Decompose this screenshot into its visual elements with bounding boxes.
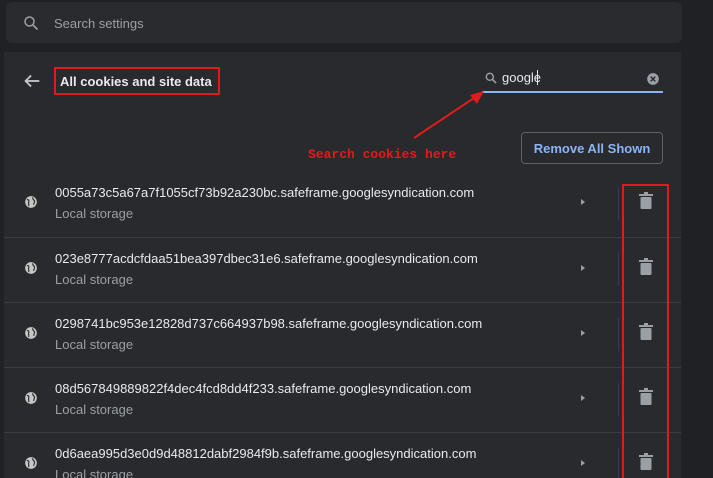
- divider: [618, 253, 619, 286]
- globe-icon: [25, 392, 37, 404]
- list-item[interactable]: 0d6aea995d3e0d9d48812dabf2984f9b.safefra…: [4, 432, 681, 478]
- trash-icon[interactable]: [639, 192, 653, 209]
- search-icon: [24, 16, 38, 30]
- chevron-right-icon[interactable]: [578, 458, 588, 468]
- divider: [618, 187, 619, 220]
- cookie-domain: 023e8777acdcfdaa51bea397dbec31e6.safefra…: [55, 251, 478, 266]
- trash-icon[interactable]: [639, 323, 653, 340]
- cookie-type: Local storage: [55, 206, 134, 221]
- list-item[interactable]: 0055a73c5a67a7f1055cf73b92a230bc.safefra…: [4, 172, 681, 237]
- top-bar: Search settings: [0, 0, 713, 50]
- page-title-highlight: All cookies and site data: [54, 67, 220, 95]
- search-placeholder: Search settings: [54, 16, 144, 31]
- chevron-right-icon[interactable]: [578, 263, 588, 273]
- divider: [618, 383, 619, 416]
- search-icon: [485, 72, 497, 84]
- globe-icon: [25, 327, 37, 339]
- clear-icon[interactable]: [646, 72, 660, 86]
- divider: [618, 448, 619, 478]
- list-item[interactable]: 023e8777acdcfdaa51bea397dbec31e6.safefra…: [4, 237, 681, 302]
- text-cursor: [537, 70, 538, 85]
- trash-icon[interactable]: [639, 453, 653, 470]
- annotation-text: Search cookies here: [308, 147, 457, 162]
- globe-icon: [25, 196, 37, 208]
- trash-icon[interactable]: [639, 258, 653, 275]
- side-gutter: [681, 52, 713, 478]
- settings-search-input[interactable]: Search settings: [6, 2, 682, 43]
- cookie-domain: 08d567849889822f4dec4fcd8dd4f233.safefra…: [55, 381, 472, 396]
- globe-icon: [25, 457, 37, 469]
- list-item[interactable]: 0298741bc953e12828d737c664937b98.safefra…: [4, 302, 681, 367]
- globe-icon: [25, 262, 37, 274]
- cookie-type: Local storage: [55, 337, 134, 352]
- cookie-filter-input[interactable]: google: [482, 66, 663, 93]
- remove-all-shown-button[interactable]: Remove All Shown: [521, 132, 663, 164]
- filter-value[interactable]: google: [502, 70, 632, 85]
- divider: [618, 318, 619, 351]
- trash-icon[interactable]: [639, 388, 653, 405]
- cookies-card: All cookies and site data google Search …: [4, 52, 681, 478]
- cookie-type: Local storage: [55, 467, 134, 478]
- cookie-type: Local storage: [55, 402, 134, 417]
- arrow-back-icon[interactable]: [21, 70, 43, 92]
- page-title: All cookies and site data: [60, 73, 212, 89]
- cookie-domain: 0d6aea995d3e0d9d48812dabf2984f9b.safefra…: [55, 446, 477, 461]
- cookie-type: Local storage: [55, 272, 134, 287]
- chevron-right-icon[interactable]: [578, 197, 588, 207]
- chevron-right-icon[interactable]: [578, 328, 588, 338]
- cookies-header: All cookies and site data google: [4, 52, 681, 114]
- cookie-domain: 0298741bc953e12828d737c664937b98.safefra…: [55, 316, 483, 331]
- cookie-list: 0055a73c5a67a7f1055cf73b92a230bc.safefra…: [4, 172, 681, 478]
- list-item[interactable]: 08d567849889822f4dec4fcd8dd4f233.safefra…: [4, 367, 681, 432]
- chevron-right-icon[interactable]: [578, 393, 588, 403]
- cookie-domain: 0055a73c5a67a7f1055cf73b92a230bc.safefra…: [55, 185, 475, 200]
